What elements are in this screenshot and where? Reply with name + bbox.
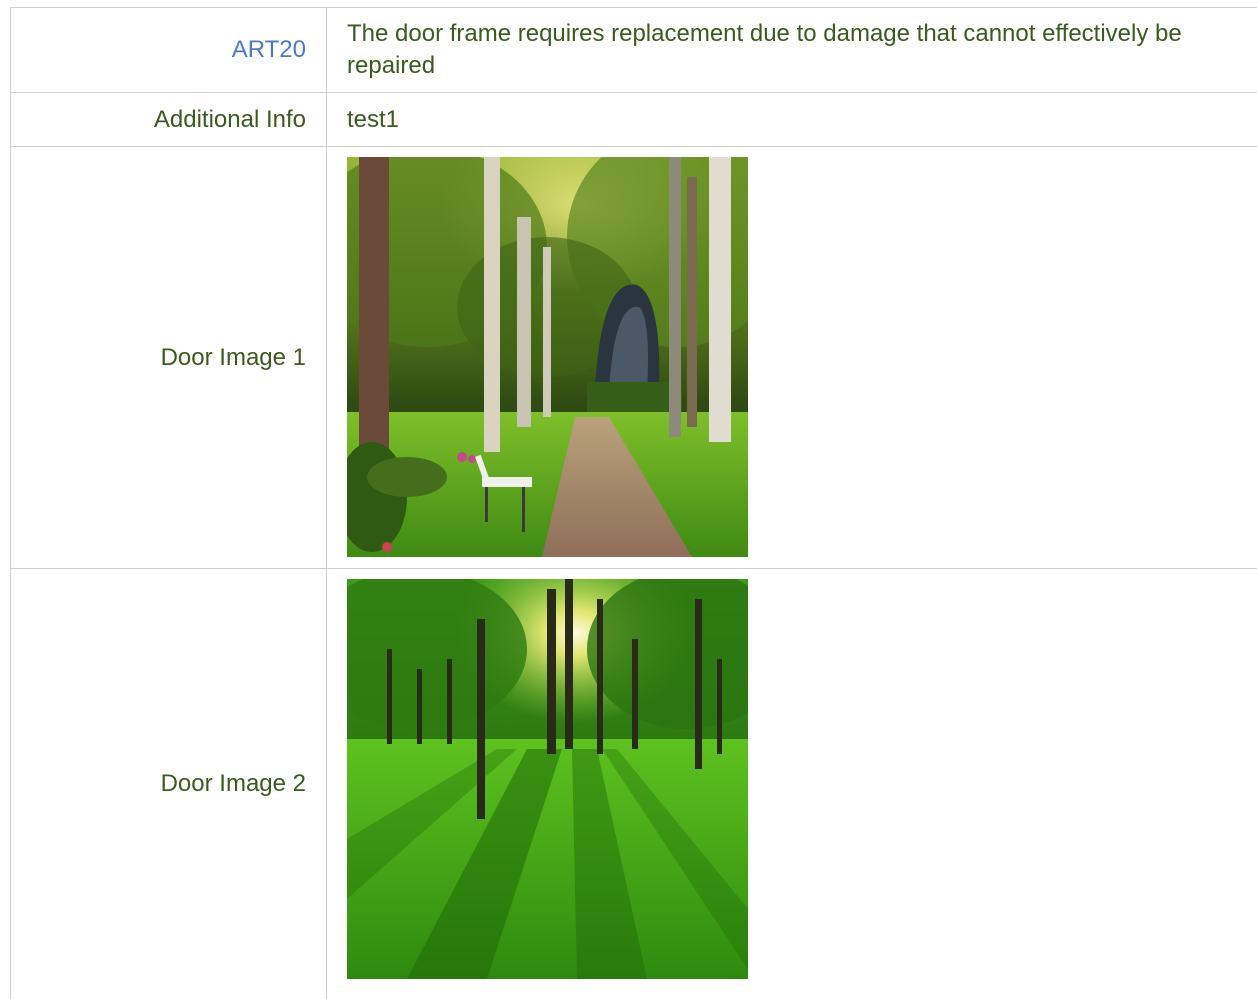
door-image-2[interactable] bbox=[347, 579, 748, 979]
door-image-2-cell bbox=[327, 569, 1257, 999]
door-image-1-cell bbox=[327, 147, 1257, 569]
table-row: Door Image 1 bbox=[11, 147, 1257, 569]
additional-info-value: test1 bbox=[327, 93, 1257, 147]
door-image-1[interactable] bbox=[347, 157, 748, 557]
art-code-description: The door frame requires replacement due … bbox=[327, 8, 1257, 93]
additional-info-label: Additional Info bbox=[11, 93, 327, 147]
door-image-2-label: Door Image 2 bbox=[11, 569, 327, 999]
table-row: Additional Info test1 bbox=[11, 93, 1257, 147]
art-code-link[interactable]: ART20 bbox=[11, 8, 327, 93]
table-row: ART20 The door frame requires replacemen… bbox=[11, 8, 1257, 93]
door-image-1-label: Door Image 1 bbox=[11, 147, 327, 569]
table-row: Door Image 2 bbox=[11, 569, 1257, 999]
report-table: ART20 The door frame requires replacemen… bbox=[10, 7, 1257, 999]
